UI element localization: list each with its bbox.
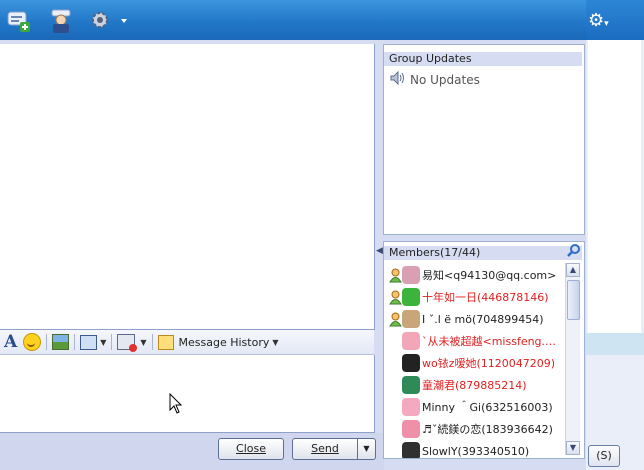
member-status-spacer: [388, 377, 402, 393]
avatar[interactable]: [402, 376, 420, 394]
member-row[interactable]: 十年如一日 (446878146): [388, 286, 564, 308]
no-updates-row: No Updates: [390, 70, 480, 88]
member-status-spacer: [388, 333, 402, 349]
member-name: wo铱z嗳她: [422, 357, 477, 370]
members-scrollbar[interactable]: ▲ ▼: [565, 263, 580, 455]
member-name: 十年如一日: [422, 291, 477, 304]
group-updates-title: Group Updates: [384, 52, 582, 66]
chevron-down-icon[interactable]: ▼: [140, 338, 146, 347]
collapse-panel-icon[interactable]: ◀: [376, 246, 383, 256]
message-input[interactable]: [0, 355, 375, 433]
avatar[interactable]: [402, 332, 420, 350]
members-title: Members(17/44): [384, 246, 582, 260]
member-row[interactable]: 易知 <q94130@qq.com>: [388, 264, 564, 286]
no-updates-text: No Updates: [410, 72, 480, 87]
speaker-icon: [390, 70, 406, 88]
member-name: 易知: [422, 269, 444, 282]
background-send-button[interactable]: (S): [588, 445, 620, 467]
avatar[interactable]: [402, 398, 420, 416]
group-updates-panel: Group Updates No Updates: [383, 44, 585, 235]
scroll-up-icon[interactable]: ▲: [566, 263, 580, 277]
search-icon[interactable]: [566, 243, 581, 261]
input-toolbar: A ▼ ▼ Message History ▼: [0, 330, 374, 355]
member-name: Minny ＾Gi: [422, 401, 482, 414]
toolbar-divider: [46, 334, 48, 350]
font-icon[interactable]: A: [4, 332, 17, 352]
member-name: 童潮君: [422, 379, 455, 392]
settings-gear-icon[interactable]: [86, 7, 128, 35]
chat-message-area[interactable]: [0, 44, 375, 330]
send-button-label: Send: [311, 442, 339, 455]
toolbar-divider: [74, 334, 76, 350]
top-toolbar: [0, 0, 586, 40]
toolbar-divider: [151, 334, 153, 350]
members-list: 易知 <q94130@qq.com> 十年如一日 (446878146) I ˇ.l ë…: [388, 264, 564, 458]
member-name: ˋ从未被超越: [422, 335, 483, 348]
member-row[interactable]: ˋ从未被超越 <missfeng.…: [388, 330, 564, 352]
member-row[interactable]: SlowlY (393340510): [388, 440, 564, 458]
send-options-button[interactable]: ▼: [357, 438, 376, 460]
member-id: <missfeng.…: [482, 334, 557, 348]
member-status-spacer: [388, 399, 402, 415]
message-history-icon[interactable]: [157, 334, 174, 350]
member-id: (393340510): [457, 444, 530, 458]
avatar[interactable]: [402, 266, 420, 284]
member-name: SlowlY: [422, 444, 458, 458]
avatar[interactable]: [402, 442, 420, 458]
member-row[interactable]: ♬ˇ続鎂の恋 (183936642): [388, 418, 564, 440]
member-card-icon[interactable]: [46, 7, 76, 35]
chevron-down-icon[interactable]: ▼: [272, 338, 278, 347]
member-name: I ˇ.l ë mö: [422, 312, 472, 326]
member-id: <q94130@qq.com>: [444, 268, 557, 282]
member-id: (632516003): [481, 400, 553, 414]
chevron-down-icon[interactable]: ▼: [100, 338, 106, 347]
member-id: (1120047209): [476, 356, 556, 370]
add-chat-icon[interactable]: [4, 7, 34, 35]
avatar[interactable]: [402, 288, 420, 306]
send-button[interactable]: Send: [292, 438, 358, 460]
scroll-down-icon[interactable]: ▼: [566, 441, 580, 455]
emoticon-icon[interactable]: [23, 333, 42, 351]
member-id: (879885214): [455, 378, 527, 392]
background-window-content: [588, 40, 641, 355]
close-button-label: Close: [236, 442, 266, 455]
member-status-icon: [388, 311, 402, 327]
member-status-spacer: [388, 355, 402, 371]
avatar[interactable]: [402, 354, 420, 372]
screen-capture-icon[interactable]: [80, 334, 98, 350]
member-id: (446878146): [477, 290, 549, 304]
members-panel: Members(17/44) 易知 <q94130@qq.com> 十年如一日 (44…: [383, 241, 585, 459]
member-id: (704899454): [472, 312, 544, 326]
member-row[interactable]: wo铱z嗳她 (1120047209): [388, 352, 564, 374]
close-button[interactable]: Close: [218, 438, 284, 460]
member-row[interactable]: I ˇ.l ë mö (704899454): [388, 308, 564, 330]
member-status-spacer: [388, 443, 402, 458]
member-status-icon: [388, 289, 402, 305]
member-status-spacer: [388, 421, 402, 437]
mouse-cursor-icon: [169, 392, 183, 418]
shake-window-icon[interactable]: [117, 334, 138, 352]
avatar[interactable]: [402, 420, 420, 438]
member-row[interactable]: Minny ＾Gi (632516003): [388, 396, 564, 418]
scrollbar-thumb[interactable]: [567, 280, 580, 320]
member-id: (183936642): [481, 422, 553, 436]
picture-icon[interactable]: [52, 334, 70, 350]
avatar[interactable]: [402, 310, 420, 328]
message-history-button[interactable]: Message History: [179, 336, 270, 349]
member-status-icon: [388, 267, 402, 283]
background-gear-icon[interactable]: ⚙▾: [588, 10, 622, 36]
background-window-strip: [586, 333, 644, 355]
toolbar-divider: [111, 334, 113, 350]
member-name: ♬ˇ続鎂の恋: [422, 423, 482, 436]
member-row[interactable]: 童潮君 (879885214): [388, 374, 564, 396]
